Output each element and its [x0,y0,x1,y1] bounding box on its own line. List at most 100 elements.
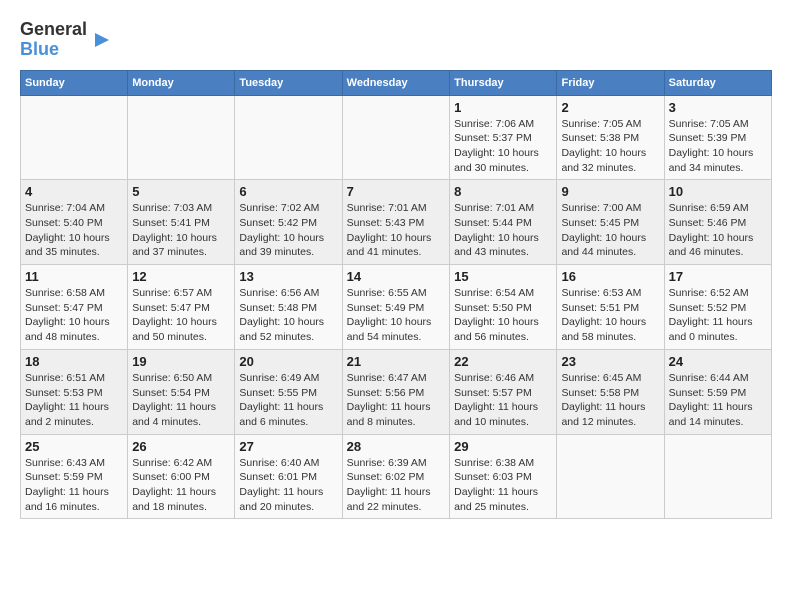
day-cell [664,434,771,519]
day-info: Sunrise: 6:42 AMSunset: 6:00 PMDaylight:… [132,456,230,515]
day-info: Sunrise: 6:52 AMSunset: 5:52 PMDaylight:… [669,286,767,345]
day-cell: 21Sunrise: 6:47 AMSunset: 5:56 PMDayligh… [342,349,449,434]
day-info: Sunrise: 6:55 AMSunset: 5:49 PMDaylight:… [347,286,445,345]
day-number: 22 [454,354,552,369]
logo-arrow-icon [91,29,113,51]
day-cell: 11 Sunrise: 6:58 AMSunset: 5:47 PMDayligh… [21,265,128,350]
day-number: 3 [669,100,767,115]
weekday-header-thursday: Thursday [450,70,557,95]
weekday-header-monday: Monday [128,70,235,95]
day-number: 13 [239,269,337,284]
day-number: 6 [239,184,337,199]
weekday-header-tuesday: Tuesday [235,70,342,95]
day-info: Sunrise: 6:53 AMSunset: 5:51 PMDaylight:… [561,286,659,345]
day-cell: 14 Sunrise: 6:55 AMSunset: 5:49 PMDayligh… [342,265,449,350]
day-cell [128,95,235,180]
day-number: 15 [454,269,552,284]
day-info: Sunrise: 6:44 AMSunset: 5:59 PMDaylight:… [669,371,767,430]
day-number: 10 [669,184,767,199]
day-cell: 16 Sunrise: 6:53 AMSunset: 5:51 PMDayligh… [557,265,664,350]
week-row-5: 25Sunrise: 6:43 AMSunset: 5:59 PMDayligh… [21,434,772,519]
day-cell: 26 Sunrise: 6:42 AMSunset: 6:00 PMDayligh… [128,434,235,519]
day-number: 14 [347,269,445,284]
week-row-1: 1Sunrise: 7:06 AMSunset: 5:37 PMDaylight… [21,95,772,180]
day-info: Sunrise: 6:46 AMSunset: 5:57 PMDaylight:… [454,371,552,430]
day-number: 28 [347,439,445,454]
day-info: Sunrise: 6:38 AMSunset: 6:03 PMDaylight:… [454,456,552,515]
day-cell: 1Sunrise: 7:06 AMSunset: 5:37 PMDaylight… [450,95,557,180]
day-info: Sunrise: 6:49 AMSunset: 5:55 PMDaylight:… [239,371,337,430]
day-info: Sunrise: 6:45 AMSunset: 5:58 PMDaylight:… [561,371,659,430]
day-number: 11 [25,269,123,284]
logo-text-general: General [20,19,87,39]
day-info: Sunrise: 6:56 AMSunset: 5:48 PMDaylight:… [239,286,337,345]
day-cell: 9 Sunrise: 7:00 AMSunset: 5:45 PMDaylight… [557,180,664,265]
day-number: 2 [561,100,659,115]
day-cell: 22 Sunrise: 6:46 AMSunset: 5:57 PMDayligh… [450,349,557,434]
day-info: Sunrise: 7:01 AMSunset: 5:44 PMDaylight:… [454,201,552,260]
day-cell: 28 Sunrise: 6:39 AMSunset: 6:02 PMDayligh… [342,434,449,519]
day-info: Sunrise: 7:05 AMSunset: 5:38 PMDaylight:… [561,117,659,176]
day-info: Sunrise: 6:59 AMSunset: 5:46 PMDaylight:… [669,201,767,260]
day-cell [557,434,664,519]
day-number: 26 [132,439,230,454]
logo: General Blue [20,20,113,60]
day-cell: 10 Sunrise: 6:59 AMSunset: 5:46 PMDayligh… [664,180,771,265]
weekday-header-wednesday: Wednesday [342,70,449,95]
day-number: 5 [132,184,230,199]
day-cell: 5 Sunrise: 7:03 AMSunset: 5:41 PMDaylight… [128,180,235,265]
day-cell: 6 Sunrise: 7:02 AMSunset: 5:42 PMDaylight… [235,180,342,265]
weekday-header-row: SundayMondayTuesdayWednesdayThursdayFrid… [21,70,772,95]
day-info: Sunrise: 6:51 AMSunset: 5:53 PMDaylight:… [25,371,123,430]
day-number: 8 [454,184,552,199]
day-number: 18 [25,354,123,369]
day-cell: 18 Sunrise: 6:51 AMSunset: 5:53 PMDayligh… [21,349,128,434]
day-cell: 2 Sunrise: 7:05 AMSunset: 5:38 PMDaylight… [557,95,664,180]
day-cell: 20Sunrise: 6:49 AMSunset: 5:55 PMDayligh… [235,349,342,434]
day-cell: 7Sunrise: 7:01 AMSunset: 5:43 PMDaylight… [342,180,449,265]
day-info: Sunrise: 6:40 AMSunset: 6:01 PMDaylight:… [239,456,337,515]
day-info: Sunrise: 6:39 AMSunset: 6:02 PMDaylight:… [347,456,445,515]
day-info: Sunrise: 7:04 AMSunset: 5:40 PMDaylight:… [25,201,123,260]
day-cell: 12Sunrise: 6:57 AMSunset: 5:47 PMDayligh… [128,265,235,350]
day-cell: 17 Sunrise: 6:52 AMSunset: 5:52 PMDayligh… [664,265,771,350]
week-row-4: 18 Sunrise: 6:51 AMSunset: 5:53 PMDayligh… [21,349,772,434]
day-info: Sunrise: 6:50 AMSunset: 5:54 PMDaylight:… [132,371,230,430]
day-cell: 29 Sunrise: 6:38 AMSunset: 6:03 PMDayligh… [450,434,557,519]
weekday-header-saturday: Saturday [664,70,771,95]
day-cell: 27 Sunrise: 6:40 AMSunset: 6:01 PMDayligh… [235,434,342,519]
day-cell: 24 Sunrise: 6:44 AMSunset: 5:59 PMDayligh… [664,349,771,434]
week-row-2: 4 Sunrise: 7:04 AMSunset: 5:40 PMDaylight… [21,180,772,265]
day-cell: 19 Sunrise: 6:50 AMSunset: 5:54 PMDayligh… [128,349,235,434]
day-cell [342,95,449,180]
day-number: 23 [561,354,659,369]
day-info: Sunrise: 7:06 AMSunset: 5:37 PMDaylight:… [454,117,552,176]
header: General Blue [20,20,772,60]
day-info: Sunrise: 7:02 AMSunset: 5:42 PMDaylight:… [239,201,337,260]
week-row-3: 11 Sunrise: 6:58 AMSunset: 5:47 PMDayligh… [21,265,772,350]
day-cell: 15 Sunrise: 6:54 AMSunset: 5:50 PMDayligh… [450,265,557,350]
day-number: 27 [239,439,337,454]
day-number: 19 [132,354,230,369]
day-number: 24 [669,354,767,369]
day-cell: 3 Sunrise: 7:05 AMSunset: 5:39 PMDaylight… [664,95,771,180]
day-info: Sunrise: 7:03 AMSunset: 5:41 PMDaylight:… [132,201,230,260]
day-number: 29 [454,439,552,454]
day-info: Sunrise: 7:01 AMSunset: 5:43 PMDaylight:… [347,201,445,260]
day-number: 12 [132,269,230,284]
day-info: Sunrise: 6:58 AMSunset: 5:47 PMDaylight:… [25,286,123,345]
day-number: 4 [25,184,123,199]
day-info: Sunrise: 7:00 AMSunset: 5:45 PMDaylight:… [561,201,659,260]
day-number: 16 [561,269,659,284]
day-info: Sunrise: 7:05 AMSunset: 5:39 PMDaylight:… [669,117,767,176]
day-number: 25 [25,439,123,454]
day-cell: 8 Sunrise: 7:01 AMSunset: 5:44 PMDaylight… [450,180,557,265]
day-cell [235,95,342,180]
day-cell: 23 Sunrise: 6:45 AMSunset: 5:58 PMDayligh… [557,349,664,434]
day-info: Sunrise: 6:54 AMSunset: 5:50 PMDaylight:… [454,286,552,345]
calendar-table: SundayMondayTuesdayWednesdayThursdayFrid… [20,70,772,520]
logo-text-blue: Blue [20,39,59,59]
day-info: Sunrise: 6:47 AMSunset: 5:56 PMDaylight:… [347,371,445,430]
day-number: 9 [561,184,659,199]
day-number: 17 [669,269,767,284]
